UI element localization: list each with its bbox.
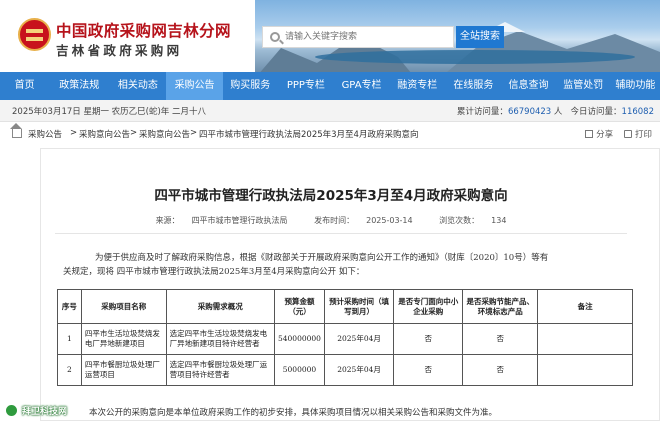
article-tools: 分享 打印 xyxy=(585,128,652,140)
watermark: 拜卫科技网 xyxy=(4,402,67,419)
breadcrumb-item-intent-notice[interactable]: 采购意向公告 xyxy=(79,128,130,140)
cell-demand: 选定四平市生活垃圾焚烧发电厂异地新建项目特许经营者 xyxy=(165,323,275,355)
col-header-project-name: 采购项目名称 xyxy=(80,289,167,324)
today-count: 116082 xyxy=(621,107,654,117)
government-emblem-icon[interactable] xyxy=(18,18,51,51)
divider xyxy=(55,233,627,234)
cell-index: 2 xyxy=(57,354,82,386)
cell-remark xyxy=(537,354,633,386)
article-meta: 来源： 四平市城市管理行政执法局 发布时间： 2025-03-14 浏览次数： 134 xyxy=(41,215,621,229)
site-header: 中国政府采购网吉林分网 吉林省政府采购网 全站搜索 xyxy=(0,0,660,72)
breadcrumb-separator: > xyxy=(130,128,138,138)
nav-item-info-query[interactable]: 信息查询 xyxy=(501,72,555,100)
site-search-button[interactable]: 全站搜索 xyxy=(456,26,504,48)
breadcrumb-separator: > xyxy=(70,128,78,138)
col-header-budget: 预算金额（元） xyxy=(273,289,325,324)
cell-project-name: 四平市生活垃圾焚烧发电厂异地新建项目 xyxy=(80,323,167,355)
share-icon[interactable] xyxy=(585,130,594,138)
nav-item-policy[interactable]: 政策法规 xyxy=(49,72,109,100)
nav-item-financing[interactable]: 融资专栏 xyxy=(389,72,445,100)
search-box xyxy=(262,26,454,48)
visits-label: 累计访问量： xyxy=(456,107,508,117)
cell-time: 2025年04月 xyxy=(323,354,395,386)
table-row: 2 四平市餐厨垃圾处理厂运营项目 选定四平市餐厨垃圾处理厂运营项目特许经营者 5… xyxy=(57,354,633,386)
today-label: 今日访问量： xyxy=(570,107,622,117)
home-icon[interactable] xyxy=(12,129,22,138)
table-header-row: 序号 采购项目名称 采购需求概况 预算金额（元） 预计采购时间（填写到月） 是否… xyxy=(57,289,633,324)
breadcrumb: 采购公告 > 采购意向公告 > 采购意向公告 > 四平市城市管理行政执法局202… xyxy=(12,126,660,144)
cell-project-name: 四平市餐厨垃圾处理厂运营项目 xyxy=(80,354,167,386)
article-title: 四平市城市管理行政执法局2025年3月至4月政府采购意向 xyxy=(154,188,508,204)
search-icon xyxy=(270,32,280,42)
breadcrumb-item-procurement-notice[interactable]: 采购公告 xyxy=(28,128,62,140)
visits-count: 66790423 xyxy=(507,107,552,117)
procurement-intent-table: 序号 采购项目名称 采购需求概况 预算金额（元） 预计采购时间（填写到月） 是否… xyxy=(57,289,633,386)
breadcrumb-item-intent-notice-2[interactable]: 采购意向公告 xyxy=(139,128,190,140)
site-subtitle: 吉林省政府采购网 xyxy=(56,43,183,58)
nav-item-procurement-notice[interactable]: 采购公告 xyxy=(166,72,223,100)
nav-item-ppp[interactable]: PPP专栏 xyxy=(278,72,334,100)
nav-item-home[interactable]: 首页 xyxy=(0,72,49,100)
cell-green: 否 xyxy=(462,354,539,386)
nav-item-accessibility[interactable]: 辅助功能 xyxy=(611,72,660,100)
col-header-time: 预计采购时间（填写到月） xyxy=(323,289,395,324)
article-views: 浏览次数： 134 xyxy=(439,216,507,225)
nav-item-supervision[interactable]: 监管处罚 xyxy=(556,72,611,100)
article-footer-note: 本次公开的采购意向是本单位政府采购工作的初步安排，具体采购项目情况以相关采购公告… xyxy=(89,408,498,418)
site-title[interactable]: 中国政府采购网吉林分网 xyxy=(56,19,231,41)
col-header-index: 序号 xyxy=(57,289,82,324)
cell-sme: 否 xyxy=(393,354,464,386)
main-nav: 首页 政策法规 相关动态 采购公告 购买服务 PPP专栏 GPA专栏 融资专栏 … xyxy=(0,72,660,100)
breadcrumb-current: 四平市城市管理行政执法局2025年3月至4月政府采购意向 xyxy=(199,130,419,140)
cell-sme: 否 xyxy=(393,323,464,355)
article-intro: 为便于供应商及时了解政府采购信息，根据《财政部关于开展政府采购意向公开工作的通知… xyxy=(63,253,549,277)
cell-index: 1 xyxy=(57,323,82,355)
cell-remark xyxy=(537,323,633,355)
nav-item-news[interactable]: 相关动态 xyxy=(109,72,166,100)
current-date: 2025年03月17日 星期一 农历乙巳(蛇)年 二月十八 xyxy=(12,107,207,117)
print-button[interactable]: 打印 xyxy=(635,130,652,140)
cell-time: 2025年04月 xyxy=(323,323,395,355)
article-source: 来源： 四平市城市管理行政执法局 xyxy=(155,216,288,225)
print-icon[interactable] xyxy=(623,130,632,138)
col-header-sme: 是否专门面向中小企业采购 xyxy=(393,289,464,324)
nav-item-purchase-service[interactable]: 购买服务 xyxy=(223,72,278,100)
nav-item-gpa[interactable]: GPA专栏 xyxy=(334,72,389,100)
article-date: 发布时间： 2025-03-14 xyxy=(314,216,413,225)
watermark-logo-icon xyxy=(4,403,19,418)
table-row: 1 四平市生活垃圾焚烧发电厂异地新建项目 选定四平市生活垃圾焚烧发电厂异地新建项… xyxy=(57,323,633,355)
nav-item-online-service[interactable]: 在线服务 xyxy=(445,72,501,100)
cell-budget: 540000000 xyxy=(273,323,325,355)
search-input[interactable] xyxy=(285,27,451,47)
cell-demand: 选定四平市餐厨垃圾处理厂运营项目特许经营者 xyxy=(165,354,275,386)
visit-stats: 累计访问量：66790423 人 今日访问量：116082 xyxy=(457,105,654,117)
col-header-remark: 备注 xyxy=(537,289,633,324)
col-header-demand: 采购需求概况 xyxy=(165,289,275,324)
share-button[interactable]: 分享 xyxy=(596,130,613,140)
watermark-text: 拜卫科技网 xyxy=(22,407,68,417)
date-bar: 2025年03月17日 星期一 农历乙巳(蛇)年 二月十八 累计访问量：6679… xyxy=(0,100,660,122)
article-panel: 四平市城市管理行政执法局2025年3月至4月政府采购意向 来源： 四平市城市管理行… xyxy=(40,148,660,421)
cell-green: 否 xyxy=(462,323,539,355)
breadcrumb-separator: > xyxy=(190,128,198,138)
visits-unit: 人 xyxy=(553,107,563,117)
cell-budget: 5000000 xyxy=(273,354,325,386)
col-header-green: 是否采购节能产品、环境标志产品 xyxy=(462,289,539,324)
